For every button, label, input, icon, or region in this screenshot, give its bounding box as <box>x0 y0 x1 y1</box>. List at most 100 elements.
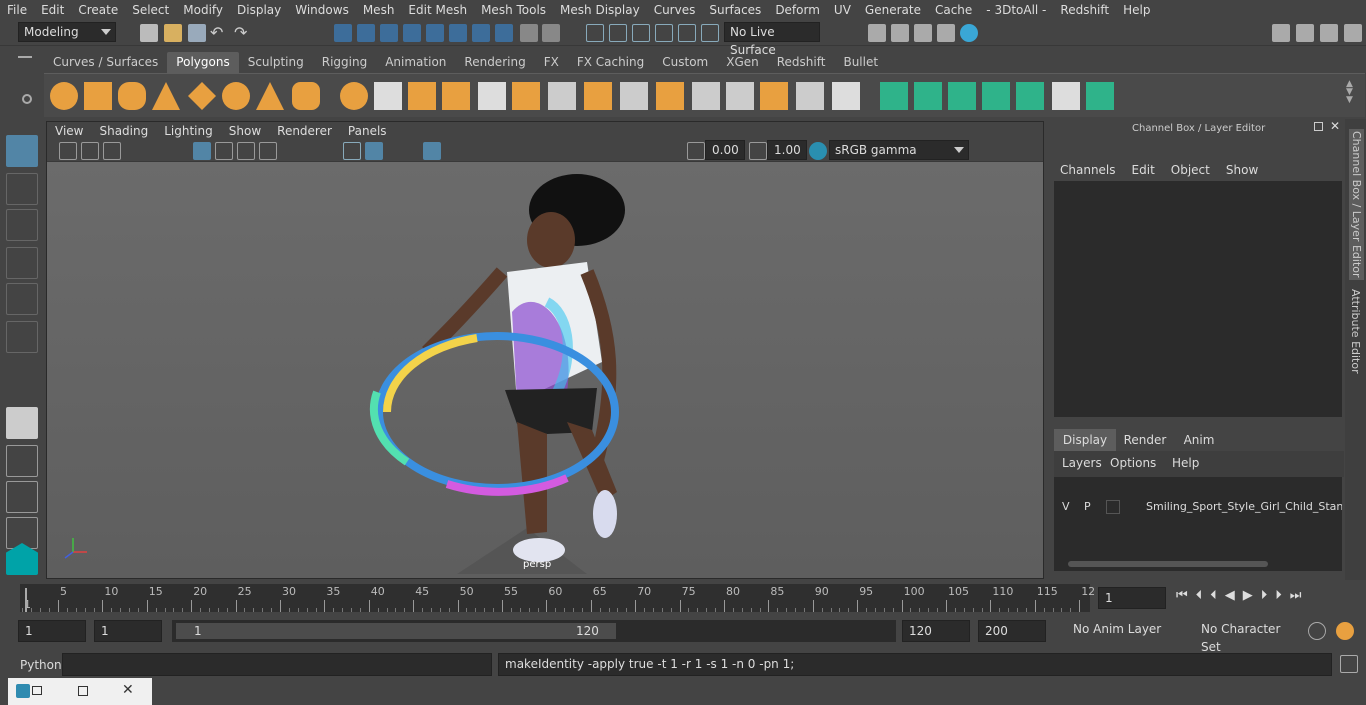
menu-redshift[interactable]: Redshift <box>1053 3 1116 17</box>
menu-file[interactable]: File <box>0 3 34 17</box>
layer-name[interactable]: Smiling_Sport_Style_Girl_Child_Standi <box>1146 500 1342 513</box>
separate-icon[interactable] <box>374 82 402 110</box>
colorspace-dropdown[interactable]: sRGB gamma <box>829 140 969 160</box>
show-menu[interactable]: Show <box>1226 163 1258 177</box>
new-scene-icon[interactable] <box>140 24 158 42</box>
close-window-icon[interactable]: ✕ <box>122 682 134 698</box>
menu-uv[interactable]: UV <box>827 3 858 17</box>
snap-point-icon[interactable] <box>449 24 467 42</box>
bookmark-icon[interactable] <box>103 142 121 160</box>
menu-surfaces[interactable]: Surfaces <box>702 3 768 17</box>
render-view-icon[interactable] <box>868 24 886 42</box>
uv-editor-icon[interactable] <box>1016 82 1044 110</box>
viewport-menu-view[interactable]: View <box>47 124 91 138</box>
gamma-field[interactable]: 1.00 <box>767 140 807 160</box>
shelf-tab-xgen[interactable]: XGen <box>717 52 768 73</box>
outliner-layout-icon[interactable] <box>6 481 38 513</box>
playback-start-field[interactable]: 1 <box>94 620 162 642</box>
tab-render[interactable]: Render <box>1116 429 1174 451</box>
object-menu[interactable]: Object <box>1171 163 1226 177</box>
snap-view-plane-icon[interactable] <box>472 24 490 42</box>
show-tool-settings-icon[interactable] <box>1320 24 1338 42</box>
bevel-icon[interactable] <box>478 82 506 110</box>
shelf-tab-rigging[interactable]: Rigging <box>313 52 376 73</box>
wireframe-icon[interactable] <box>343 142 361 160</box>
channels-menu[interactable]: Channels <box>1060 163 1132 177</box>
poly-pyramid-icon[interactable] <box>256 82 284 110</box>
menu-mesh-display[interactable]: Mesh Display <box>553 3 647 17</box>
four-view-layout-icon[interactable] <box>6 445 38 477</box>
smooth-icon[interactable] <box>442 82 470 110</box>
target-weld-icon[interactable] <box>656 82 684 110</box>
shelf-tab-sculpting[interactable]: Sculpting <box>239 52 313 73</box>
append-polygon-icon[interactable] <box>584 82 612 110</box>
step-forward-icon[interactable]: ⏵ <box>1275 588 1290 603</box>
poly-torus-icon[interactable] <box>222 82 250 110</box>
select-by-object-icon[interactable] <box>357 24 375 42</box>
ipr-render-icon[interactable] <box>914 24 932 42</box>
insert-edge-loop-icon[interactable] <box>760 82 788 110</box>
select-by-component-icon[interactable] <box>380 24 398 42</box>
shelf-tab-fx[interactable]: FX <box>535 52 568 73</box>
play-forward-icon[interactable]: ▶ <box>1243 588 1261 603</box>
exposure-icon[interactable] <box>687 142 705 160</box>
shelf-tab-rendering[interactable]: Rendering <box>455 52 534 73</box>
command-input[interactable] <box>62 653 492 676</box>
menu-cache[interactable]: Cache <box>928 3 979 17</box>
exposure-field[interactable]: 0.00 <box>705 140 745 160</box>
attribute-editor-side-tab[interactable]: Attribute Editor <box>1349 289 1362 374</box>
select-highlight-icon[interactable] <box>542 24 560 42</box>
layer-visibility[interactable]: V <box>1062 500 1078 513</box>
channel-list[interactable] <box>1054 181 1342 417</box>
menu-mesh[interactable]: Mesh <box>356 3 402 17</box>
mirror-icon[interactable] <box>408 82 436 110</box>
go-to-start-icon[interactable]: ⏮ <box>1176 588 1196 603</box>
viewport-menu-renderer[interactable]: Renderer <box>269 124 340 138</box>
spherical-uv-icon[interactable] <box>948 82 976 110</box>
xray-icon[interactable] <box>423 142 441 160</box>
magnet-icon[interactable] <box>678 24 696 42</box>
show-channel-box-icon[interactable] <box>1344 24 1362 42</box>
soft-select-icon[interactable] <box>609 24 627 42</box>
restore-icon[interactable] <box>32 686 42 695</box>
lock-icon[interactable] <box>520 24 538 42</box>
single-perspective-layout-icon[interactable] <box>6 407 38 439</box>
make-live-icon[interactable] <box>701 24 719 42</box>
show-attribute-editor-icon[interactable] <box>1296 24 1314 42</box>
cylindrical-uv-icon[interactable] <box>914 82 942 110</box>
film-gate-icon[interactable] <box>215 142 233 160</box>
animation-end-field[interactable]: 200 <box>978 620 1046 642</box>
unfold-icon[interactable] <box>1086 82 1114 110</box>
color-management-icon[interactable] <box>809 142 827 160</box>
render-settings-icon[interactable] <box>937 24 955 42</box>
poly-sphere-icon[interactable] <box>50 82 78 110</box>
script-language-label[interactable]: Python <box>20 658 62 672</box>
grid-icon[interactable] <box>193 142 211 160</box>
multi-cut-icon[interactable] <box>620 82 648 110</box>
camera-attributes-icon[interactable] <box>81 142 99 160</box>
shelf-scroll-icon[interactable]: ▲ ▼ ▼ <box>1346 80 1356 105</box>
rotate-tool-icon[interactable] <box>6 283 38 315</box>
step-back-key-icon[interactable]: ⏴ <box>1210 588 1225 603</box>
bridge-icon[interactable] <box>548 82 576 110</box>
menu-help[interactable]: Help <box>1116 3 1157 17</box>
viewport-menu-shading[interactable]: Shading <box>91 124 156 138</box>
shelf-tab-bullet[interactable]: Bullet <box>834 52 887 73</box>
snap-curve-icon[interactable] <box>426 24 444 42</box>
snap-grid-icon[interactable] <box>403 24 421 42</box>
smooth-shade-icon[interactable] <box>365 142 383 160</box>
poly-pipe-icon[interactable] <box>292 82 320 110</box>
range-slider-handle[interactable]: 1 120 <box>176 623 616 639</box>
menu-curves[interactable]: Curves <box>647 3 703 17</box>
lasso-tool-icon[interactable] <box>6 173 38 205</box>
poly-cone-icon[interactable] <box>152 82 180 110</box>
character-set-dropdown[interactable]: No Character Set <box>1196 620 1300 654</box>
close-icon[interactable]: ✕ <box>1330 119 1340 133</box>
tab-anim[interactable]: Anim <box>1174 429 1224 451</box>
save-scene-icon[interactable] <box>188 24 206 42</box>
edit-menu[interactable]: Edit <box>1132 163 1171 177</box>
channel-box-side-tab[interactable]: Channel Box / Layer Editor <box>1349 129 1364 280</box>
shelf-tab-redshift[interactable]: Redshift <box>768 52 835 73</box>
time-ruler[interactable]: 1 5 10 15 20 25 30 35 40 45 50 55 60 65 70 75 80 85 90 95 1… <box>20 584 1095 612</box>
layers-menu[interactable]: Layers <box>1062 456 1102 470</box>
